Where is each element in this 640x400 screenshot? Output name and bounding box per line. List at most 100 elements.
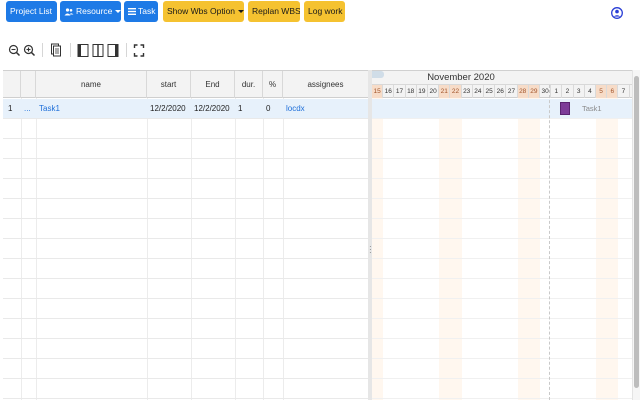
column-header-assignees[interactable]: assignees <box>283 71 368 98</box>
gantt-only-icon[interactable] <box>107 42 119 59</box>
gantt-row <box>372 199 632 219</box>
day-cell: 7 <box>618 85 630 98</box>
day-cell: 21 <box>439 85 451 98</box>
expander-header <box>21 71 36 98</box>
day-cell: 22 <box>450 85 462 98</box>
zoom-in-icon[interactable] <box>23 42 36 59</box>
progress-cell[interactable]: 0 <box>263 99 283 119</box>
day-cell: 15 <box>372 85 384 98</box>
toolbar-divider <box>70 43 71 57</box>
grid-only-icon[interactable] <box>77 42 89 59</box>
table-row[interactable] <box>3 139 368 159</box>
table-row[interactable] <box>3 259 368 279</box>
assignees-cell[interactable]: locdx <box>283 99 368 119</box>
table-row[interactable] <box>3 199 368 219</box>
day-cell: 23 <box>462 85 473 98</box>
gantt-row <box>372 339 632 359</box>
day-cell: 24 <box>473 85 484 98</box>
table-row[interactable] <box>3 219 368 239</box>
project-list-button[interactable]: Project List <box>6 1 57 22</box>
day-cell: 16 <box>383 85 395 98</box>
user-icon[interactable] <box>611 6 623 20</box>
table-row[interactable] <box>3 179 368 199</box>
table-row[interactable] <box>3 159 368 179</box>
row-number-header <box>3 71 21 98</box>
table-row[interactable] <box>3 319 368 339</box>
column-header-start[interactable]: start <box>147 71 191 98</box>
gantt-chart: November 2020 15 16 17 18 19 20 21 22 23 24 25 26 27… <box>372 70 632 400</box>
table-row[interactable] <box>3 119 368 139</box>
day-cell: 29 <box>528 85 540 98</box>
gantt-row <box>372 279 632 299</box>
toolbar-divider <box>42 43 43 57</box>
log-work-button[interactable]: Log work <box>304 1 345 22</box>
table-row[interactable] <box>3 339 368 359</box>
column-header-end[interactable]: End <box>191 71 235 98</box>
vertical-scrollbar[interactable] <box>632 70 640 400</box>
row-number: 1 <box>8 104 13 113</box>
day-cell: 20 <box>428 85 440 98</box>
day-cell: 26 <box>495 85 507 98</box>
day-cell: 4 <box>585 85 596 98</box>
end-cell[interactable]: 12/2/2020 <box>191 99 235 119</box>
grid-header: name start End dur. % assignees <box>3 71 368 98</box>
table-row[interactable] <box>3 379 368 399</box>
duration-cell[interactable]: 1 <box>235 99 263 119</box>
column-header-progress[interactable]: % <box>263 71 283 98</box>
table-row[interactable] <box>3 299 368 319</box>
task-grid: name start End dur. % assignees 1 ... Ta… <box>3 70 368 400</box>
replan-wbs-button[interactable]: Replan WBS <box>248 1 300 22</box>
day-cell: 17 <box>394 85 406 98</box>
split-view-icon[interactable] <box>92 42 104 59</box>
task-label: Task <box>138 6 156 16</box>
task-button[interactable]: Task <box>124 1 158 22</box>
caret-down-icon <box>115 10 121 14</box>
gantt-row <box>372 159 632 179</box>
column-header-name[interactable]: name <box>36 71 147 98</box>
day-cell: 2 <box>562 85 574 98</box>
gantt-row <box>372 319 632 339</box>
day-cell: 28 <box>517 85 529 98</box>
resource-label: Resource <box>76 6 113 16</box>
timeline-scroll-handle[interactable] <box>372 71 384 78</box>
gantt-row <box>372 139 632 159</box>
start-cell[interactable]: 12/2/2020 <box>147 99 191 119</box>
gantt-row <box>372 219 632 239</box>
copy-icon[interactable] <box>50 42 62 59</box>
gantt-row <box>372 359 632 379</box>
main-toolbar: Project List Resource Task Show Wbs Opti… <box>0 0 640 30</box>
show-wbs-option-button[interactable]: Show Wbs Option <box>163 1 244 22</box>
task-bar-label: Task1 <box>582 104 602 113</box>
gantt-row <box>372 179 632 199</box>
table-row[interactable] <box>3 359 368 379</box>
list-icon <box>128 8 136 16</box>
day-cell: 5 <box>596 85 608 98</box>
caret-down-icon <box>238 10 244 14</box>
gantt-row <box>372 239 632 259</box>
month-divider <box>549 85 550 400</box>
resource-dropdown-button[interactable]: Resource <box>60 1 121 22</box>
gantt-toolbar <box>0 38 640 64</box>
task-name-cell[interactable]: Task1 <box>36 99 147 119</box>
month-label: November 2020 <box>427 72 495 83</box>
day-cell: 18 <box>406 85 417 98</box>
table-row[interactable] <box>3 239 368 259</box>
zoom-out-icon[interactable] <box>8 42 21 59</box>
table-row[interactable]: 1 ... Task1 12/2/2020 12/2/2020 1 0 locd… <box>3 99 368 119</box>
show-wbs-option-label: Show Wbs Option <box>167 6 236 16</box>
scrollbar-thumb[interactable] <box>634 76 639 388</box>
fullscreen-icon[interactable] <box>133 42 145 59</box>
expander-icon[interactable]: ... <box>21 99 36 119</box>
task-bar[interactable] <box>560 102 570 115</box>
month-header: November 2020 <box>372 71 632 85</box>
day-cell: 19 <box>417 85 428 98</box>
table-row[interactable] <box>3 279 368 299</box>
day-cell: 3 <box>574 85 585 98</box>
day-header: 15 16 17 18 19 20 21 22 23 24 25 26 27 28 29 30 1 2 3 4 5 6 7 <box>372 85 632 98</box>
column-header-duration[interactable]: dur. <box>235 71 263 98</box>
day-cell: 27 <box>506 85 518 98</box>
day-cell: 6 <box>607 85 619 98</box>
day-cell: 1 <box>551 85 563 98</box>
day-cell: 25 <box>484 85 496 98</box>
gantt-row <box>372 119 632 139</box>
